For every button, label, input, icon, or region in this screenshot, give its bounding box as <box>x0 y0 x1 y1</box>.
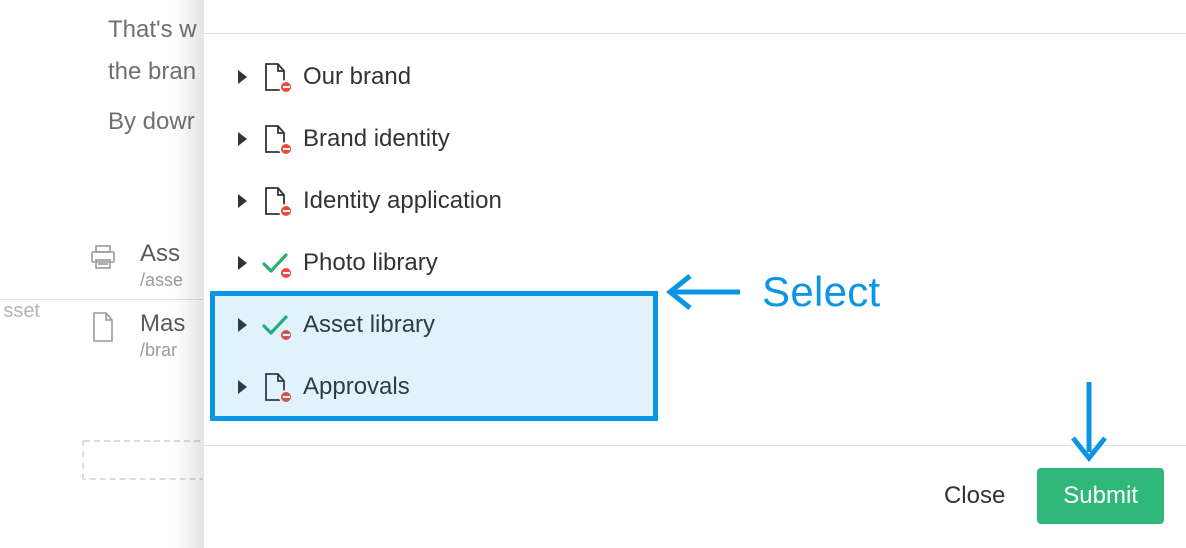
tree-item-asset-library[interactable]: Asset library <box>238 294 1186 356</box>
printer-icon <box>90 242 116 272</box>
caret-icon[interactable] <box>238 194 247 208</box>
tree-item-photo-library[interactable]: Photo library <box>238 232 1186 294</box>
bg-asset-title: Mas <box>140 310 185 338</box>
bg-side-label: sset <box>0 300 40 323</box>
restricted-badge-icon <box>279 390 293 404</box>
restricted-badge-icon <box>279 328 293 342</box>
tree-item-label: Our brand <box>303 63 411 91</box>
tree-item-label: Approvals <box>303 373 410 401</box>
modal-dialog: Our brand Brand identity <box>203 0 1186 548</box>
restricted-badge-icon <box>279 204 293 218</box>
caret-icon[interactable] <box>238 318 247 332</box>
restricted-badge-icon <box>279 266 293 280</box>
modal-footer: Close Submit <box>204 445 1186 548</box>
check-restricted-icon <box>261 310 289 340</box>
close-button[interactable]: Close <box>938 472 1011 520</box>
page-restricted-icon <box>261 62 289 92</box>
file-icon <box>90 312 116 342</box>
modal-body: Our brand Brand identity <box>204 34 1186 445</box>
restricted-badge-icon <box>279 80 293 94</box>
tree-item-label: Asset library <box>303 311 435 339</box>
bg-asset-path: /brar <box>140 340 185 361</box>
caret-icon[interactable] <box>238 380 247 394</box>
tree-item-our-brand[interactable]: Our brand <box>238 46 1186 108</box>
caret-icon[interactable] <box>238 70 247 84</box>
caret-icon[interactable] <box>238 256 247 270</box>
caret-icon[interactable] <box>238 132 247 146</box>
bg-asset-title: Ass <box>140 240 183 268</box>
page-tree: Our brand Brand identity <box>204 46 1186 418</box>
tree-item-label: Identity application <box>303 187 502 215</box>
check-restricted-icon <box>261 248 289 278</box>
tree-item-brand-identity[interactable]: Brand identity <box>238 108 1186 170</box>
tree-item-identity-application[interactable]: Identity application <box>238 170 1186 232</box>
page-restricted-icon <box>261 186 289 216</box>
tree-item-label: Photo library <box>303 249 438 277</box>
tree-item-approvals[interactable]: Approvals <box>238 356 1186 418</box>
page-restricted-icon <box>261 372 289 402</box>
submit-button[interactable]: Submit <box>1037 468 1164 524</box>
tree-item-label: Brand identity <box>303 125 450 153</box>
bg-asset-path: /asse <box>140 270 183 291</box>
page-restricted-icon <box>261 124 289 154</box>
restricted-badge-icon <box>279 142 293 156</box>
